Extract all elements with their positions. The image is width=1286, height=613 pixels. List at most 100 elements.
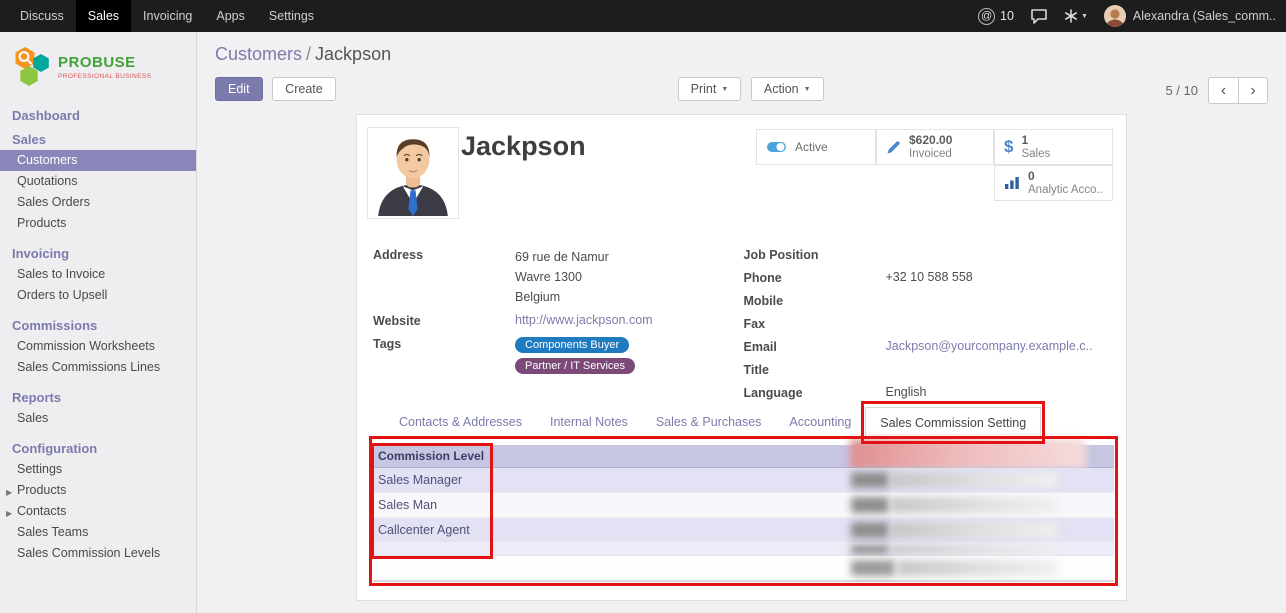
action-dropdown[interactable]: Action▼: [751, 77, 824, 101]
tag-components-buyer: Components Buyer: [515, 337, 629, 353]
address-value: 69 rue de Namur Wavre 1300 Belgium: [515, 247, 744, 307]
active-stat-button[interactable]: Active: [756, 129, 876, 165]
analytic-accounts-stat-button[interactable]: 0 Analytic Acco...: [994, 165, 1113, 201]
tags-label: Tags: [373, 336, 511, 374]
sidebar-item-settings[interactable]: Settings: [0, 459, 196, 480]
sidebar-heading-reports[interactable]: Reports: [0, 386, 196, 408]
control-panel: Customers/Jackpson Edit Create Print▼ Ac…: [197, 32, 1286, 104]
redacted-cell: [851, 560, 895, 576]
commission-level-cell: Sales Manager: [373, 473, 1114, 487]
sidebar-item-sales-commission-levels[interactable]: Sales Commission Levels: [0, 543, 196, 564]
sidebar-item-sales-commissions-lines[interactable]: Sales Commissions Lines: [0, 357, 196, 378]
sales-stat-button[interactable]: $ 1 Sales: [994, 129, 1113, 165]
notebook: Contacts & Addresses Internal Notes Sale…: [373, 407, 1114, 439]
bar-chart-icon: [1004, 176, 1020, 190]
sidebar-heading-commissions[interactable]: Commissions: [0, 314, 196, 336]
sidebar-item-reports-sales[interactable]: Sales: [0, 408, 196, 429]
menu-settings[interactable]: Settings: [257, 0, 326, 32]
sidebar-item-commission-worksheets[interactable]: Commission Worksheets: [0, 336, 196, 357]
sidebar-item-config-products[interactable]: ▶ Products: [0, 480, 196, 501]
print-dropdown[interactable]: Print ▼: [678, 77, 742, 101]
messages-button[interactable]: [1030, 8, 1048, 24]
mention-counter[interactable]: @ 10: [978, 8, 1014, 25]
table-row-callcenter-agent[interactable]: Callcenter Agent: [373, 518, 1114, 543]
sidebar-item-label: Contacts: [17, 504, 66, 518]
sidebar-item-customers[interactable]: Customers: [0, 150, 196, 171]
commission-levels-table: Commission Level Sales Manager Sales Man: [373, 445, 1114, 582]
sidebar-heading-configuration[interactable]: Configuration: [0, 437, 196, 459]
stat-buttons: Active $620.00 Invoiced $ 1 Sales: [756, 129, 1113, 201]
menu-invoicing[interactable]: Invoicing: [131, 0, 204, 32]
systray: @ 10 ▼: [978, 0, 1286, 32]
analytic-count-value: 0: [1028, 169, 1103, 183]
sidebar-item-quotations[interactable]: Quotations: [0, 171, 196, 192]
sidebar-heading-invoicing[interactable]: Invoicing: [0, 242, 196, 264]
commission-level-cell: Sales Man: [373, 498, 1114, 512]
sidebar-item-products[interactable]: Products: [0, 213, 196, 234]
tab-sales-purchases[interactable]: Sales & Purchases: [642, 407, 776, 438]
probuse-logo-icon: [12, 46, 52, 88]
tab-internal-notes[interactable]: Internal Notes: [536, 407, 642, 438]
tab-contacts-addresses[interactable]: Contacts & Addresses: [385, 407, 536, 438]
field-column-left: Address 69 rue de Namur Wavre 1300 Belgi…: [373, 247, 744, 402]
pager-next-button[interactable]: ›: [1238, 77, 1268, 104]
main-content: Customers/Jackpson Edit Create Print▼ Ac…: [197, 32, 1286, 613]
column-header-commission-level[interactable]: Commission Level: [373, 449, 1114, 463]
logo-title: PROBUSE: [58, 54, 151, 71]
breadcrumb-customers[interactable]: Customers: [215, 44, 302, 64]
sidebar-heading-sales[interactable]: Sales: [0, 128, 196, 150]
mobile-value: [886, 293, 1115, 310]
chevron-down-icon: ▼: [1081, 13, 1088, 20]
tab-accounting[interactable]: Accounting: [775, 407, 865, 438]
sidebar-item-orders-to-upsell[interactable]: Orders to Upsell: [0, 285, 196, 306]
toggle-on-icon: [766, 140, 787, 154]
address-line-city: Wavre 1300: [515, 267, 744, 287]
sidebar-item-sales-to-invoice[interactable]: Sales to Invoice: [0, 264, 196, 285]
expand-arrow-icon: ▶: [6, 485, 12, 500]
customer-avatar: [367, 127, 459, 219]
edit-button[interactable]: Edit: [215, 77, 263, 101]
sidebar-heading-dashboard[interactable]: Dashboard: [0, 104, 196, 126]
breadcrumb-separator: /: [302, 44, 315, 64]
user-menu[interactable]: Alexandra (Sales_comm..: [1104, 5, 1276, 27]
chevron-down-icon: ▼: [721, 86, 728, 93]
sidebar-item-sales-orders[interactable]: Sales Orders: [0, 192, 196, 213]
debug-menu-button[interactable]: ▼: [1064, 9, 1088, 23]
address-label: Address: [373, 247, 511, 307]
chevron-down-icon: ▼: [804, 86, 811, 93]
fax-value: [886, 316, 1115, 333]
mention-icon: @: [978, 8, 995, 25]
mobile-label: Mobile: [744, 293, 882, 310]
pager-previous-button[interactable]: ‹: [1208, 77, 1238, 104]
top-menu: Discuss Sales Invoicing Apps Settings: [0, 0, 326, 32]
fax-label: Fax: [744, 316, 882, 333]
dollar-icon: $: [1004, 137, 1013, 157]
website-link[interactable]: http://www.jackpson.com: [515, 313, 653, 327]
sidebar-item-config-contacts[interactable]: ▶Contacts: [0, 501, 196, 522]
pencil-icon: [886, 140, 901, 155]
sidebar-item-sales-teams[interactable]: Sales Teams: [0, 522, 196, 543]
sidebar-item-label: Products: [17, 483, 66, 497]
menu-discuss[interactable]: Discuss: [8, 0, 76, 32]
job-position-label: Job Position: [744, 247, 882, 264]
logo-subtitle: PROFESSIONAL BUSINESS: [58, 73, 151, 80]
field-group: Address 69 rue de Namur Wavre 1300 Belgi…: [373, 247, 1114, 402]
sales-count-value: 1: [1021, 133, 1050, 147]
top-navbar: Discuss Sales Invoicing Apps Settings @ …: [0, 0, 1286, 32]
invoiced-label: Invoiced: [909, 147, 952, 161]
commission-level-cell: Callcenter Agent: [373, 523, 1114, 537]
tab-sales-commission-setting[interactable]: Sales Commission Setting: [865, 407, 1041, 439]
menu-sales[interactable]: Sales: [76, 0, 131, 32]
customer-form-sheet: Jackpson Active $620.00 Invoiced: [356, 114, 1127, 601]
create-button[interactable]: Create: [272, 77, 336, 101]
invoiced-stat-button[interactable]: $620.00 Invoiced: [876, 129, 994, 165]
tags-value: Components Buyer Partner / IT Services: [515, 336, 744, 374]
menu-apps[interactable]: Apps: [204, 0, 257, 32]
email-link[interactable]: Jackpson@yourcompany.example.c..: [886, 339, 1093, 353]
table-row-sales-man[interactable]: Sales Man: [373, 493, 1114, 518]
table-row-empty: [373, 543, 1114, 556]
table-header-row: Commission Level: [373, 445, 1114, 468]
table-row-sales-manager[interactable]: Sales Manager: [373, 468, 1114, 493]
print-label: Print: [691, 82, 717, 96]
mention-count: 10: [1000, 9, 1014, 23]
